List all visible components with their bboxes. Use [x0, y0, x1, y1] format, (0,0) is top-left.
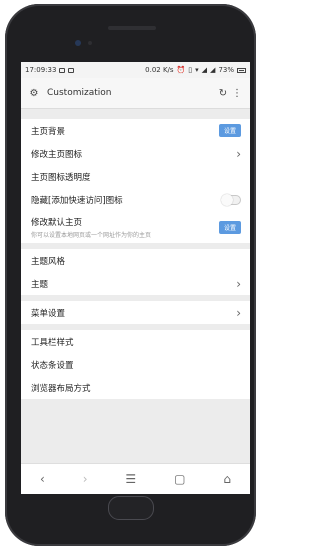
theme-style-row[interactable]: 主题风格 — [21, 249, 250, 272]
status-speed: 0.02 K/s — [145, 66, 174, 74]
toolbar-style-label: 工具栏样式 — [31, 337, 74, 348]
menu-settings-row[interactable]: 菜单设置 › — [21, 301, 250, 324]
status-battery: 73% — [218, 66, 234, 74]
status-bar: 17:09:33 0.02 K/s ⏰ ▯ ▾ ◢ ◢ 73% — [21, 62, 250, 78]
set-default-home-label: 修改默认主页 — [31, 217, 83, 228]
customization-card-1: 主页背景 设置 修改主页图标 › 主页图标透明度 隐藏[添加快速访问]图标 修改… — [21, 119, 250, 243]
hide-quick-access-row: 隐藏[添加快速访问]图标 — [21, 188, 250, 211]
chevron-right-icon: › — [236, 305, 241, 320]
status-time: 17:09:33 — [25, 66, 57, 74]
vibrate-icon: ▯ — [188, 66, 193, 74]
set-default-home-desc: 你可以设置本地网页或一个网址作为你的主页 — [31, 231, 152, 239]
homepage-background-set-button[interactable]: 设置 — [218, 124, 241, 137]
theme-row[interactable]: 主题 › — [21, 272, 250, 295]
modify-home-icon-row[interactable]: 修改主页图标 › — [21, 142, 250, 165]
page-title: Customization — [47, 88, 112, 98]
hide-quick-access-toggle[interactable] — [221, 193, 241, 206]
set-default-home-button[interactable]: 设置 — [218, 220, 241, 234]
home-icon[interactable]: ⌂ — [223, 472, 231, 486]
proximity-sensor — [88, 41, 92, 45]
home-icon-transparency-row[interactable]: 主页图标透明度 — [21, 165, 250, 188]
earpiece — [108, 26, 156, 30]
message-notification-icon — [68, 67, 75, 73]
back-icon[interactable]: ‹ — [40, 472, 45, 486]
forward-icon[interactable]: › — [83, 472, 88, 486]
customization-card-2: 主题风格 主题 › — [21, 249, 250, 295]
statusbar-settings-label: 状态条设置 — [31, 360, 74, 371]
chevron-right-icon: › — [236, 146, 241, 161]
home-key — [108, 496, 154, 520]
app-bar: ⚙ Customization ↻ ⋮ — [21, 78, 250, 109]
browser-layout-label: 浏览器布局方式 — [31, 383, 91, 394]
hide-quick-access-label: 隐藏[添加快速访问]图标 — [31, 195, 123, 206]
wifi-icon: ▾ — [195, 66, 199, 74]
alarm-icon: ⏰ — [176, 66, 186, 74]
menu-settings-label: 菜单设置 — [31, 308, 66, 319]
battery-icon — [237, 67, 246, 73]
customization-card-3: 菜单设置 › — [21, 301, 250, 324]
theme-style-label: 主题风格 — [31, 256, 66, 267]
homepage-background-row: 主页背景 设置 — [21, 119, 250, 142]
settings-gear-icon[interactable]: ⚙ — [27, 86, 41, 100]
statusbar-settings-row[interactable]: 状态条设置 — [21, 353, 250, 376]
set-default-home-row: 修改默认主页 你可以设置本地网页或一个网址作为你的主页 设置 — [21, 211, 250, 243]
home-icon-transparency-label: 主页图标透明度 — [31, 172, 91, 183]
theme-label: 主题 — [31, 279, 49, 290]
menu-icon[interactable]: ☰ — [125, 472, 136, 486]
refresh-icon[interactable]: ↻ — [216, 86, 230, 100]
modify-home-icon-label: 修改主页图标 — [31, 149, 83, 160]
signal-icon: ◢ — [201, 66, 208, 74]
toggle-knob — [221, 193, 233, 206]
image-notification-icon — [59, 67, 66, 73]
browser-nav-bar: ‹ › ☰ ▢ ⌂ — [21, 463, 250, 494]
browser-layout-row[interactable]: 浏览器布局方式 — [21, 376, 250, 399]
tabs-icon[interactable]: ▢ — [174, 472, 185, 486]
screen: 17:09:33 0.02 K/s ⏰ ▯ ▾ ◢ ◢ 73% ⚙ Custom… — [21, 62, 250, 494]
front-camera — [75, 40, 81, 46]
customization-card-4: 工具栏样式 状态条设置 浏览器布局方式 — [21, 330, 250, 399]
toolbar-style-row[interactable]: 工具栏样式 — [21, 330, 250, 353]
signal-icon-2: ◢ — [210, 66, 216, 74]
chevron-right-icon: › — [236, 276, 241, 291]
more-vert-icon[interactable]: ⋮ — [230, 86, 244, 100]
homepage-background-label: 主页背景 — [31, 126, 66, 137]
phone-frame: 17:09:33 0.02 K/s ⏰ ▯ ▾ ◢ ◢ 73% ⚙ Custom… — [5, 4, 256, 546]
